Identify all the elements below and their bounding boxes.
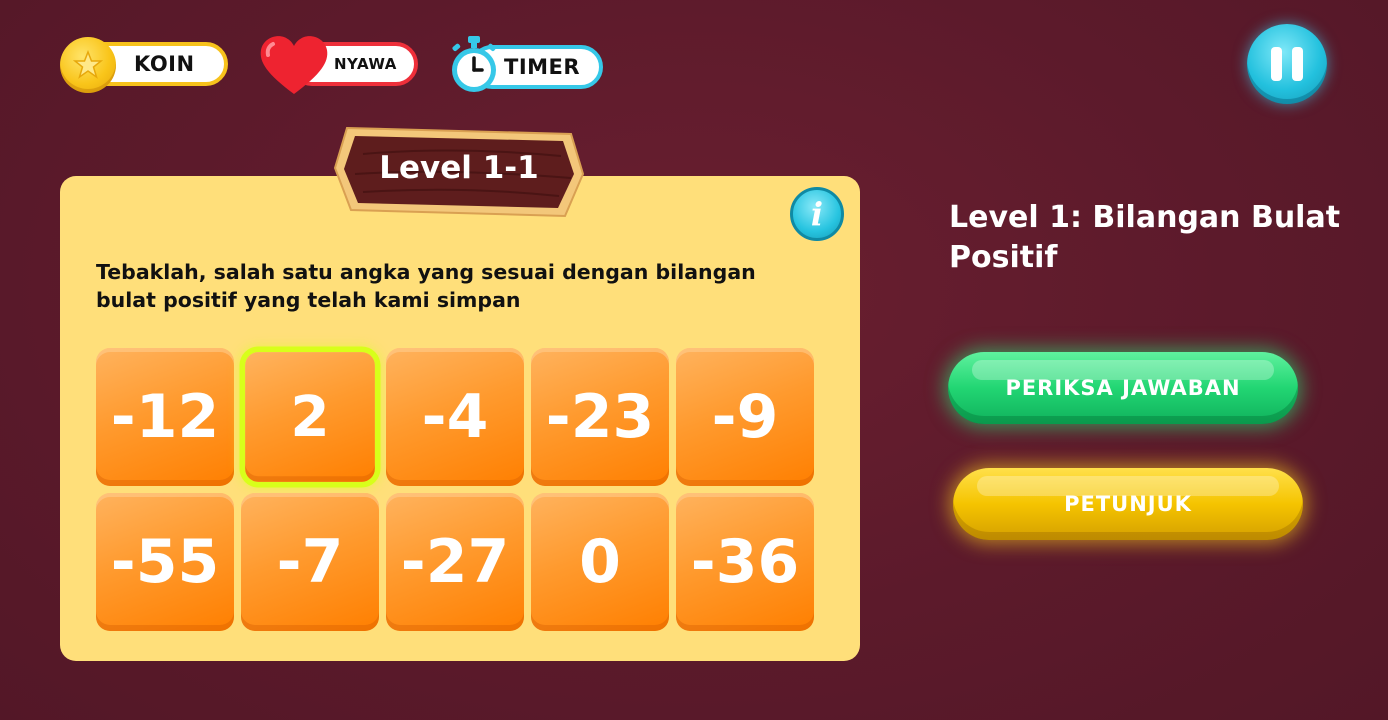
- answer-tile[interactable]: -7: [241, 493, 379, 631]
- answer-tile[interactable]: -36: [676, 493, 814, 631]
- level-label: Level 1-1: [379, 150, 539, 186]
- level-title: Level 1: Bilangan Bulat Positif: [949, 200, 1341, 275]
- answer-tile[interactable]: 0: [531, 493, 669, 631]
- answer-tile[interactable]: -23: [531, 348, 669, 486]
- info-button[interactable]: i: [790, 187, 844, 241]
- answer-tile[interactable]: -27: [386, 493, 524, 631]
- check-answer-label: PERIKSA JAWABAN: [1005, 376, 1241, 400]
- coin-icon: [60, 37, 116, 93]
- info-icon: i: [810, 195, 824, 233]
- timer-label: TIMER: [504, 55, 581, 79]
- answer-grid: -12 2 -4 -23 -9 -55 -7 -27 0 -36: [96, 348, 814, 631]
- hint-button[interactable]: PETUNJUK: [953, 468, 1303, 540]
- answer-tile[interactable]: -4: [386, 348, 524, 486]
- answer-tile[interactable]: -55: [96, 493, 234, 631]
- pause-icon-bar-right: [1292, 47, 1303, 81]
- pause-button[interactable]: [1247, 24, 1327, 104]
- check-answer-button[interactable]: PERIKSA JAWABAN: [948, 352, 1298, 424]
- answer-tile[interactable]: -9: [676, 348, 814, 486]
- answer-tile-selected[interactable]: 2: [245, 352, 375, 482]
- nyawa-label: NYAWA: [334, 55, 397, 73]
- pause-icon-bar-left: [1271, 47, 1282, 81]
- heart-icon: [260, 36, 328, 94]
- hint-label: PETUNJUK: [1064, 492, 1192, 516]
- question-text: Tebaklah, salah satu angka yang sesuai d…: [96, 260, 756, 312]
- answer-tile[interactable]: -12: [96, 348, 234, 486]
- koin-label: KOIN: [134, 52, 195, 76]
- stopwatch-icon: [452, 36, 496, 92]
